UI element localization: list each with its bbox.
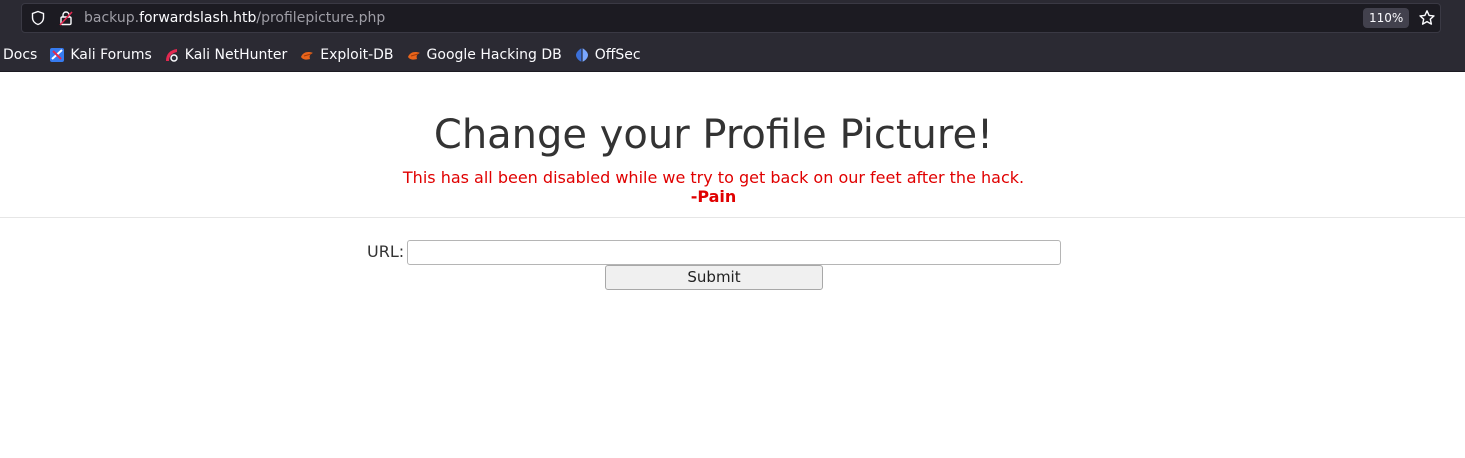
bookmark-star-icon[interactable]: [1418, 9, 1436, 27]
lock-insecure-icon[interactable]: [58, 10, 74, 26]
offsec-icon: [575, 48, 588, 62]
url-input[interactable]: [407, 240, 1061, 265]
url-domain: forwardslash.htb: [139, 10, 257, 26]
zoom-indicator[interactable]: 110%: [1363, 8, 1410, 28]
bookmark-offsec[interactable]: OffSec: [574, 47, 641, 63]
ghdb-icon: [407, 52, 420, 60]
divider: [0, 217, 1465, 218]
browser-toolbar: backup.forwardslash.htb/profilepicture.p…: [0, 0, 1465, 72]
bookmarks-toolbar: Docs Kali Forums Kali NetHunter Exploit-…: [0, 42, 653, 68]
page-content: Change your Profile Picture! This has al…: [0, 72, 1465, 458]
bookmark-label: Kali NetHunter: [184, 47, 288, 63]
shield-icon[interactable]: [30, 10, 46, 26]
page-title: Change your Profile Picture!: [433, 112, 994, 158]
url-text[interactable]: backup.forwardslash.htb/profilepicture.p…: [84, 10, 385, 26]
bookmark-kali-nethunter[interactable]: Kali NetHunter: [164, 47, 287, 63]
bookmark-label: Docs: [3, 47, 38, 63]
url-path: /profilepicture.php: [256, 10, 386, 26]
notice-signature: -Pain: [690, 187, 737, 206]
url-prefix: backup.: [84, 10, 140, 26]
disabled-notice: This has all been disabled while we try …: [402, 168, 1025, 187]
url-label: URL:: [367, 242, 405, 261]
kali-nethunter-icon: [165, 49, 178, 62]
bookmark-label: OffSec: [594, 47, 641, 63]
exploit-db-icon: [301, 52, 314, 60]
bookmark-docs[interactable]: Docs: [3, 47, 37, 63]
kali-forums-icon: [50, 48, 65, 62]
bookmark-label: Google Hacking DB: [426, 47, 562, 63]
bookmark-exploit-db[interactable]: Exploit-DB: [299, 47, 394, 63]
bookmark-label: Exploit-DB: [320, 47, 394, 63]
bookmark-kali-forums[interactable]: Kali Forums: [49, 47, 152, 63]
bookmark-label: Kali Forums: [70, 47, 152, 63]
submit-button[interactable]: Submit: [605, 265, 823, 290]
bookmark-google-hacking-db[interactable]: Google Hacking DB: [406, 47, 562, 63]
address-bar[interactable]: backup.forwardslash.htb/profilepicture.p…: [21, 3, 1441, 33]
